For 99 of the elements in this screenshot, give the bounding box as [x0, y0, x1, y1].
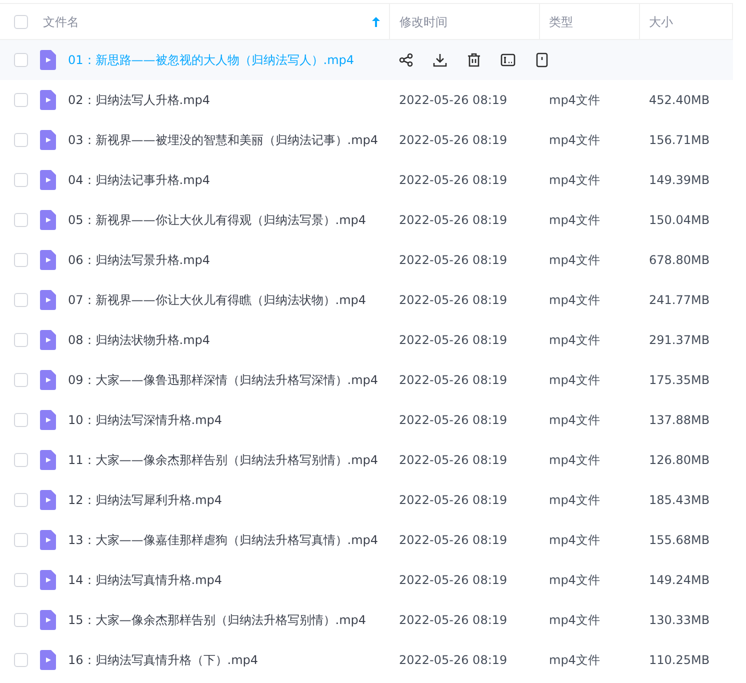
video-file-icon [40, 610, 56, 630]
file-name[interactable]: 07：新视界——你让大伙儿有得瞧（归纳法状物）.mp4 [68, 291, 366, 309]
modified-time: 2022-05-26 08:19 [399, 573, 508, 587]
file-name[interactable]: 06：归纳法写景升格.mp4 [68, 251, 210, 269]
video-file-icon [40, 90, 56, 110]
file-size: 110.25MB [649, 653, 710, 667]
video-file-icon [40, 650, 56, 670]
video-file-icon [40, 530, 56, 550]
checkbox[interactable] [14, 14, 28, 28]
file-size: 126.80MB [649, 453, 710, 467]
modified-time: 2022-05-26 08:19 [399, 653, 508, 667]
file-name[interactable]: 03：新视界——被埋没的智慧和美丽（归纳法记事）.mp4 [68, 131, 378, 149]
file-type: mp4文件 [549, 93, 600, 107]
file-size: 149.39MB [649, 173, 710, 187]
modified-time: 2022-05-26 08:19 [399, 453, 508, 467]
checkbox[interactable] [14, 373, 28, 387]
video-file-icon [40, 170, 56, 190]
share-icon[interactable] [398, 52, 414, 68]
video-file-icon [40, 330, 56, 350]
file-name[interactable]: 13：大家——像嘉佳那样虐狗（归纳法升格写真情）.mp4 [68, 531, 378, 549]
file-name[interactable]: 14：归纳法写真情升格.mp4 [68, 571, 222, 589]
file-size: 241.77MB [649, 293, 710, 307]
file-type: mp4文件 [549, 333, 600, 347]
file-type: mp4文件 [549, 213, 600, 227]
rename-icon[interactable] [500, 52, 516, 68]
file-type: mp4文件 [549, 373, 600, 387]
checkbox[interactable] [14, 93, 28, 107]
modified-time: 2022-05-26 08:19 [399, 613, 508, 627]
file-name[interactable]: 05：新视界——你让大伙儿有得观（归纳法写景）.mp4 [68, 211, 366, 229]
file-type: mp4文件 [549, 133, 600, 147]
checkbox[interactable] [14, 533, 28, 547]
file-type: mp4文件 [549, 173, 600, 187]
checkbox[interactable] [14, 453, 28, 467]
file-name[interactable]: 12：归纳法写犀利升格.mp4 [68, 491, 222, 509]
modified-time: 2022-05-26 08:19 [399, 533, 508, 547]
video-file-icon [40, 570, 56, 590]
file-type: mp4文件 [549, 613, 600, 627]
file-name[interactable]: 10：归纳法写深情升格.mp4 [68, 411, 222, 429]
modified-time: 2022-05-26 08:19 [399, 133, 508, 147]
modified-time: 2022-05-26 08:19 [399, 413, 508, 427]
file-size: 155.68MB [649, 533, 710, 547]
file-size: 452.40MB [649, 93, 710, 107]
file-type: mp4文件 [549, 573, 600, 587]
sort-arrow-icon[interactable] [372, 16, 380, 26]
modified-time: 2022-05-26 08:19 [399, 293, 508, 307]
modified-time: 2022-05-26 08:19 [399, 173, 508, 187]
checkbox[interactable] [14, 413, 28, 427]
video-file-icon [40, 490, 56, 510]
modified-time: 2022-05-26 08:19 [399, 333, 508, 347]
video-file-icon [40, 50, 56, 70]
file-name[interactable]: 02：归纳法写人升格.mp4 [68, 91, 210, 109]
file-size: 156.71MB [649, 133, 710, 147]
file-size: 137.88MB [649, 413, 710, 427]
video-file-icon [40, 450, 56, 470]
checkbox[interactable] [14, 213, 28, 227]
file-type: mp4文件 [549, 653, 600, 667]
file-type: mp4文件 [549, 533, 600, 547]
checkbox[interactable] [14, 653, 28, 667]
video-file-icon [40, 130, 56, 150]
modified-time: 2022-05-26 08:19 [399, 493, 508, 507]
file-size: 678.80MB [649, 253, 710, 267]
checkbox[interactable] [14, 173, 28, 187]
file-name[interactable]: 08：归纳法状物升格.mp4 [68, 331, 210, 349]
file-name[interactable]: 16：归纳法写真情升格（下）.mp4 [68, 651, 258, 669]
file-type: mp4文件 [549, 293, 600, 307]
checkbox[interactable] [14, 493, 28, 507]
file-size: 130.33MB [649, 613, 710, 627]
video-file-icon [40, 250, 56, 270]
file-size: 150.04MB [649, 213, 710, 227]
modified-time: 2022-05-26 08:19 [399, 213, 508, 227]
file-size: 185.43MB [649, 493, 710, 507]
file-size: 291.37MB [649, 333, 710, 347]
file-name[interactable]: 11：大家——像余杰那样告别（归纳法升格写别情）.mp4 [68, 451, 378, 469]
checkbox[interactable] [14, 573, 28, 587]
file-type: mp4文件 [549, 493, 600, 507]
checkbox[interactable] [14, 333, 28, 347]
file-name[interactable]: 15：大家—像余杰那样告别（归纳法升格写别情）.mp4 [68, 611, 366, 629]
video-file-icon [40, 370, 56, 390]
video-file-icon [40, 410, 56, 430]
checkbox[interactable] [14, 53, 28, 67]
video-file-icon [40, 290, 56, 310]
modified-time: 2022-05-26 08:19 [399, 373, 508, 387]
file-size: 149.24MB [649, 573, 710, 587]
more-icon[interactable] [534, 52, 550, 68]
checkbox[interactable] [14, 293, 28, 307]
file-type: mp4文件 [549, 253, 600, 267]
file-name[interactable]: 04：归纳法记事升格.mp4 [68, 171, 210, 189]
file-name[interactable]: 09：大家——像鲁迅那样深情（归纳法升格写深情）.mp4 [68, 371, 378, 389]
checkbox[interactable] [14, 253, 28, 267]
file-size: 175.35MB [649, 373, 710, 387]
checkbox[interactable] [14, 613, 28, 627]
modified-time: 2022-05-26 08:19 [399, 253, 508, 267]
file-type: mp4文件 [549, 413, 600, 427]
video-file-icon [40, 210, 56, 230]
delete-icon[interactable] [466, 52, 482, 68]
checkbox[interactable] [14, 133, 28, 147]
modified-time: 2022-05-26 08:19 [399, 93, 508, 107]
download-icon[interactable] [432, 52, 448, 68]
file-type: mp4文件 [549, 453, 600, 467]
